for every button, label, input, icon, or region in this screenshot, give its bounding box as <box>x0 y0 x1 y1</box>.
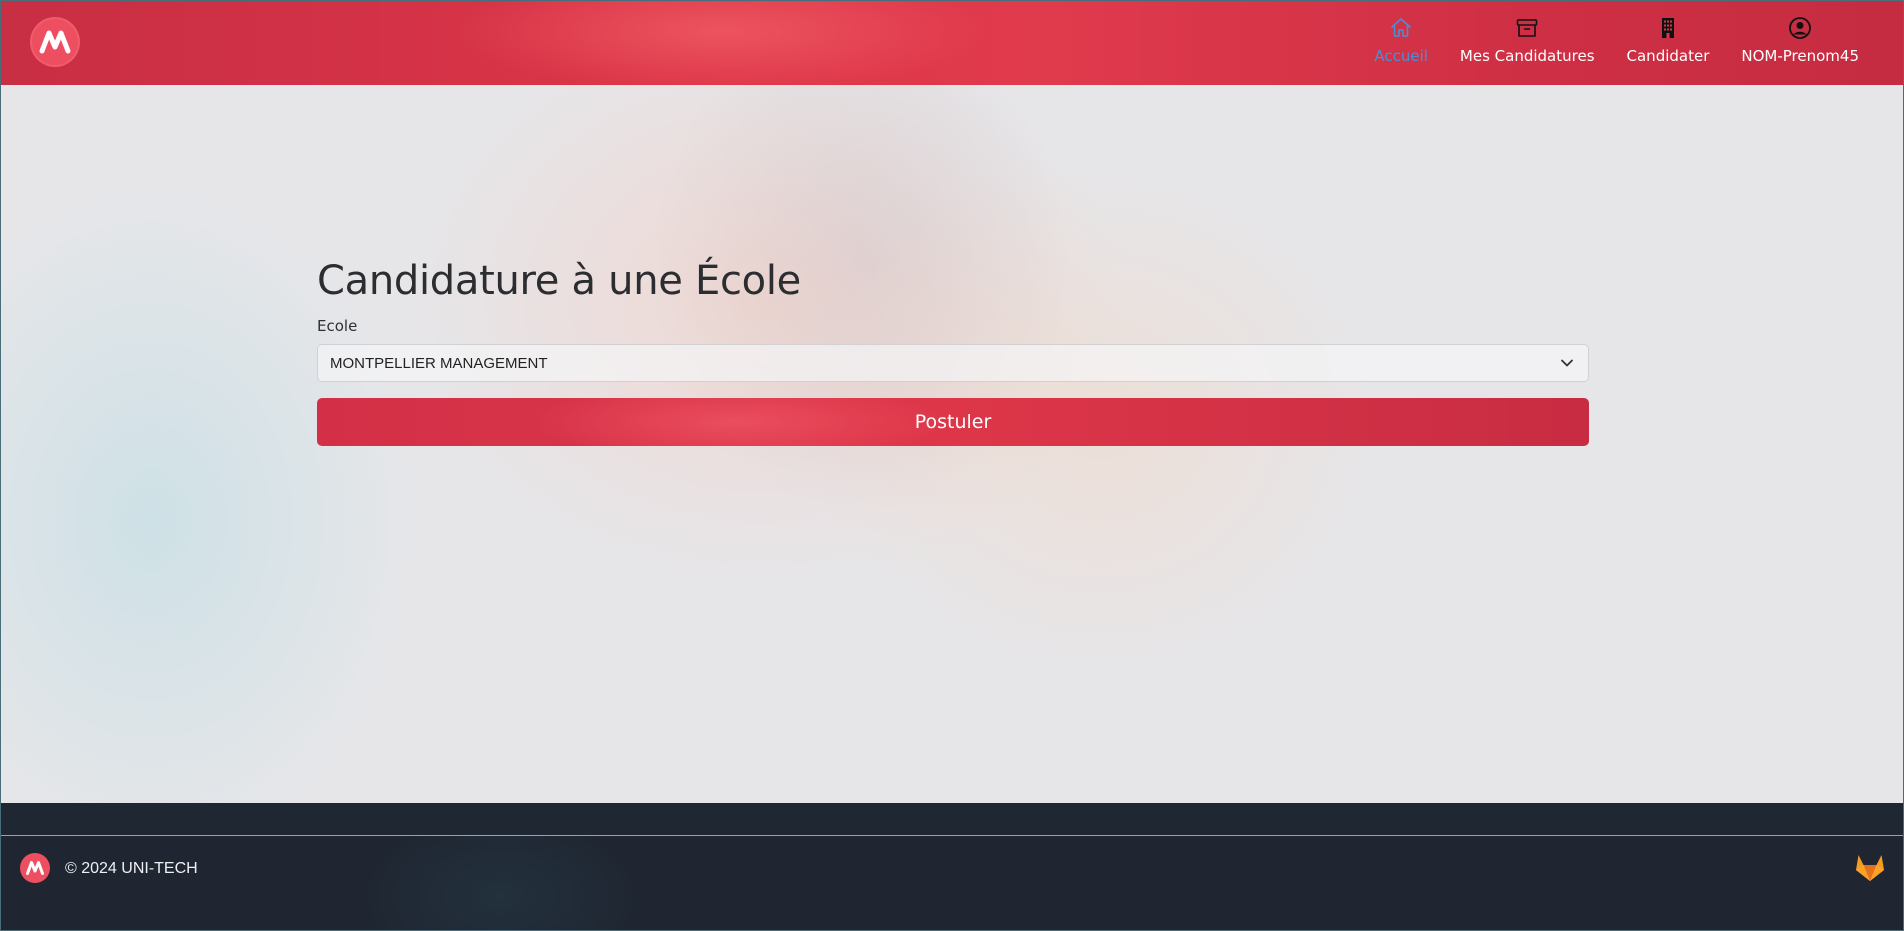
archive-icon <box>1514 15 1540 41</box>
nav-item-mes-candidatures[interactable]: Mes Candidatures <box>1460 1 1595 65</box>
postuler-button[interactable]: Postuler <box>317 398 1589 446</box>
school-select[interactable]: MONTPELLIER MANAGEMENT <box>317 344 1589 382</box>
building-icon <box>1655 15 1681 41</box>
nav-label-mes-candidatures: Mes Candidatures <box>1459 47 1595 65</box>
nav-item-accueil[interactable]: Accueil <box>1374 1 1428 65</box>
nav-label-accueil: Accueil <box>1374 47 1428 65</box>
main-nav: Accueil Mes Candidatures Candidater NOM-… <box>1342 1 1859 85</box>
top-navbar: Accueil Mes Candidatures Candidater NOM-… <box>1 1 1903 85</box>
application-form: Candidature à une École Ecole MONTPELLIE… <box>317 257 1589 446</box>
footer-divider-band <box>1 803 1903 836</box>
school-select-value: MONTPELLIER MANAGEMENT <box>330 354 548 372</box>
nav-label-profile: NOM-Prenom45 <box>1741 47 1859 65</box>
chevron-down-icon <box>1560 356 1574 374</box>
page: Accueil Mes Candidatures Candidater NOM-… <box>0 0 1904 931</box>
page-title: Candidature à une École <box>317 258 801 304</box>
nav-label-candidater: Candidater <box>1626 47 1710 65</box>
school-label: Ecole <box>317 317 358 335</box>
footer: © 2024 UNI-TECH <box>1 836 1903 930</box>
nav-item-profile[interactable]: NOM-Prenom45 <box>1741 1 1859 65</box>
uni-tech-logo-icon[interactable] <box>30 17 80 67</box>
footer-logo-icon[interactable] <box>20 853 50 883</box>
gitlab-icon[interactable] <box>1853 850 1887 884</box>
nav-item-candidater[interactable]: Candidater <box>1626 1 1710 65</box>
copyright-text: © 2024 UNI-TECH <box>65 860 198 877</box>
user-circle-icon <box>1787 15 1813 41</box>
home-icon <box>1388 15 1414 41</box>
